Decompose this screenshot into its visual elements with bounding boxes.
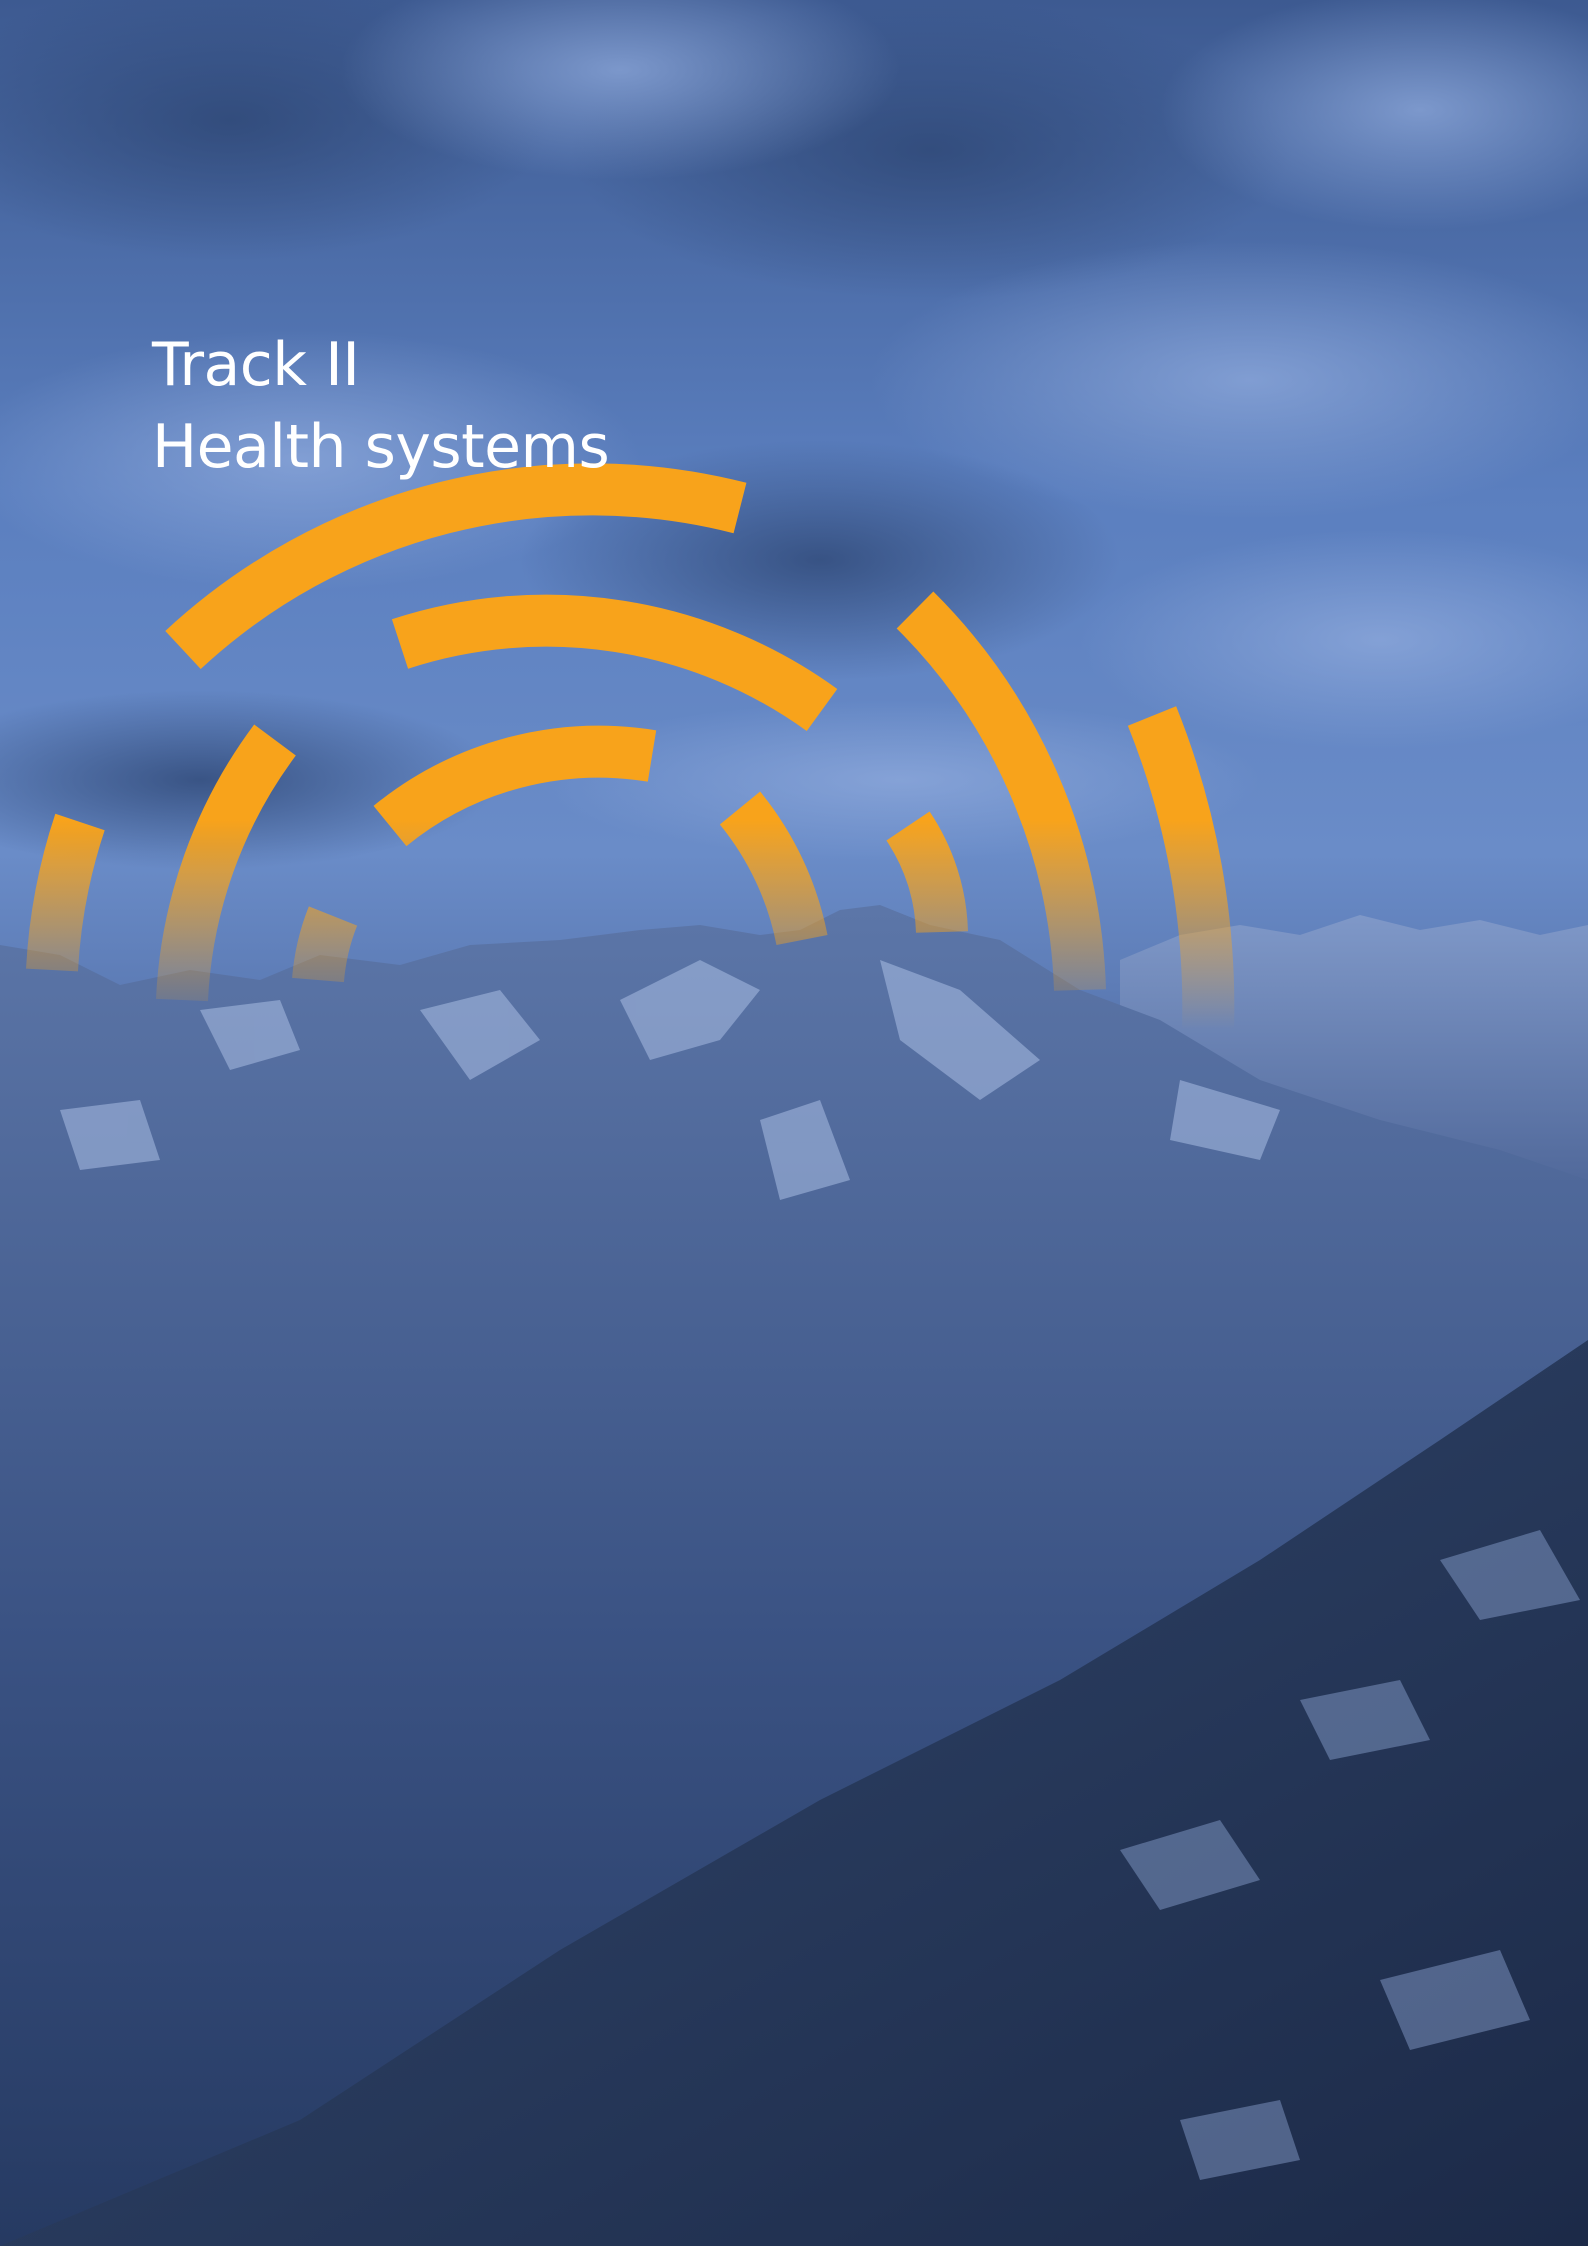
arc-left-tiny: [292, 906, 358, 983]
track-title-block: Track II Health systems: [152, 324, 610, 488]
cover-page: Track II Health systems: [0, 0, 1588, 2246]
arc-right-outer: [1127, 706, 1235, 1031]
arc-right-tiny: [886, 811, 968, 934]
arc-left-outer: [26, 813, 105, 972]
arc-left-large: [156, 724, 296, 1002]
track-label: Track II: [152, 330, 360, 400]
arc-middle-top: [391, 594, 838, 732]
arc-right-small: [719, 791, 828, 946]
track-title: Health systems: [152, 412, 610, 482]
arc-right-large: [896, 591, 1106, 991]
arc-inner-top: [373, 725, 657, 847]
